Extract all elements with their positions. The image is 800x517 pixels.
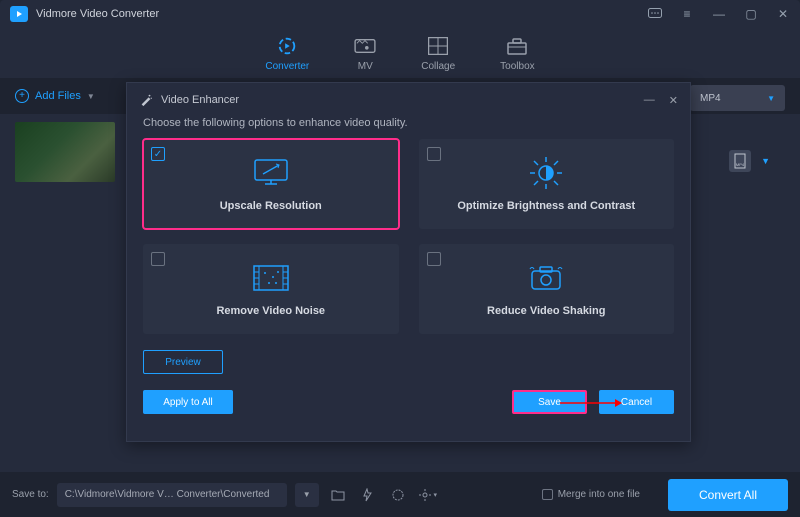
hwaccel-icon[interactable]	[357, 484, 379, 506]
feedback-icon[interactable]	[648, 7, 662, 21]
app-title: Vidmore Video Converter	[36, 8, 159, 20]
chevron-down-icon[interactable]: ▼	[761, 156, 770, 166]
option-upscale-resolution[interactable]: Upscale Resolution	[143, 139, 399, 229]
camera-icon	[526, 261, 566, 295]
collage-icon	[427, 35, 449, 57]
maximize-icon[interactable]: ▢	[744, 7, 758, 21]
save-to-label: Save to:	[12, 489, 49, 500]
film-icon	[251, 261, 291, 295]
tab-converter[interactable]: Converter	[265, 35, 309, 72]
chevron-down-icon: ▼	[767, 94, 775, 103]
convert-all-button[interactable]: Convert All	[668, 479, 788, 511]
app-logo	[10, 6, 28, 22]
option-optimize-brightness[interactable]: Optimize Brightness and Contrast	[419, 139, 675, 229]
checkbox-icon[interactable]	[151, 252, 165, 266]
format-badge: MP4	[729, 150, 751, 172]
chevron-down-icon: ▼	[87, 92, 95, 101]
video-enhancer-modal: Video Enhancer — ✕ Choose the following …	[126, 82, 691, 442]
video-thumbnail[interactable]	[15, 122, 115, 182]
checkbox-icon[interactable]	[427, 252, 441, 266]
modal-close-icon[interactable]: ✕	[669, 94, 678, 107]
monitor-icon	[251, 156, 291, 190]
output-format-selector[interactable]: MP4 ▼	[690, 85, 785, 111]
wand-icon	[139, 93, 153, 107]
save-path-input[interactable]: C:\Vidmore\Vidmore V… Converter\Converte…	[57, 483, 287, 507]
open-folder-icon[interactable]	[327, 484, 349, 506]
apply-to-all-button[interactable]: Apply to All	[143, 390, 233, 414]
converter-icon	[276, 35, 298, 57]
preview-button[interactable]: Preview	[143, 350, 223, 374]
item-format-area: MP4 ▼	[729, 150, 770, 172]
tab-mv[interactable]: MV	[354, 35, 376, 72]
bottom-bar: Save to: C:\Vidmore\Vidmore V… Converter…	[0, 472, 800, 517]
checkbox-icon[interactable]	[427, 147, 441, 161]
title-bar: Vidmore Video Converter ≡ — ▢ ✕	[0, 0, 800, 28]
add-files-button[interactable]: + Add Files ▼	[15, 89, 95, 103]
svg-text:MP4: MP4	[736, 162, 745, 167]
modal-title: Video Enhancer	[161, 94, 239, 106]
settings-icon[interactable]: ▾	[417, 484, 439, 506]
tab-collage[interactable]: Collage	[421, 35, 455, 72]
task-icon[interactable]	[387, 484, 409, 506]
plus-icon: +	[15, 89, 29, 103]
tab-toolbox[interactable]: Toolbox	[500, 35, 534, 72]
option-reduce-shaking[interactable]: Reduce Video Shaking	[419, 244, 675, 334]
option-remove-noise[interactable]: Remove Video Noise	[143, 244, 399, 334]
minimize-icon[interactable]: —	[712, 7, 726, 21]
mv-icon	[354, 35, 376, 57]
menu-icon[interactable]: ≡	[680, 7, 694, 21]
modal-subtitle: Choose the following options to enhance …	[127, 117, 690, 139]
main-tabs: Converter MV Collage Toolbox	[0, 28, 800, 78]
save-button[interactable]: Save	[512, 390, 587, 414]
cancel-button[interactable]: Cancel	[599, 390, 674, 414]
close-icon[interactable]: ✕	[776, 7, 790, 21]
sun-icon	[528, 156, 564, 190]
checkbox-icon	[542, 489, 553, 500]
toolbox-icon	[506, 35, 528, 57]
modal-minimize-icon[interactable]: —	[644, 94, 655, 107]
merge-checkbox[interactable]: Merge into one file	[542, 489, 640, 500]
checkbox-checked-icon[interactable]	[151, 147, 165, 161]
save-path-dropdown[interactable]: ▼	[295, 483, 319, 507]
